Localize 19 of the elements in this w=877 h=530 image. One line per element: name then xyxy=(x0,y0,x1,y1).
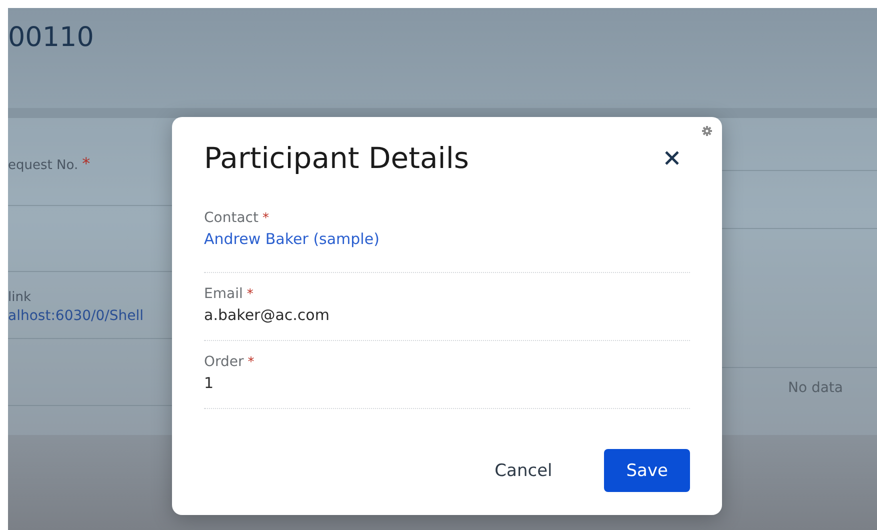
dialog-title: Participant Details xyxy=(204,141,469,175)
required-marker: * xyxy=(248,355,254,370)
page-title: 00110 xyxy=(8,22,95,53)
field-label: Order xyxy=(204,354,244,370)
field-value[interactable]: a.baker@ac.com xyxy=(204,306,330,324)
field-label: Email xyxy=(204,286,243,302)
contact-link[interactable]: Andrew Baker (sample) xyxy=(204,230,380,248)
close-icon[interactable] xyxy=(665,151,679,165)
field-value[interactable]: 1 xyxy=(204,374,214,392)
empty-state-text: No data xyxy=(788,380,843,396)
required-marker: * xyxy=(262,211,269,226)
required-marker: * xyxy=(82,154,90,173)
field-label: equest No. xyxy=(8,158,78,173)
save-button[interactable]: Save xyxy=(604,449,690,492)
field-label: link xyxy=(8,290,32,305)
required-marker: * xyxy=(246,287,254,302)
field-label: Contact xyxy=(204,210,258,226)
cancel-button[interactable]: Cancel xyxy=(472,449,574,492)
gear-icon[interactable] xyxy=(702,126,712,136)
